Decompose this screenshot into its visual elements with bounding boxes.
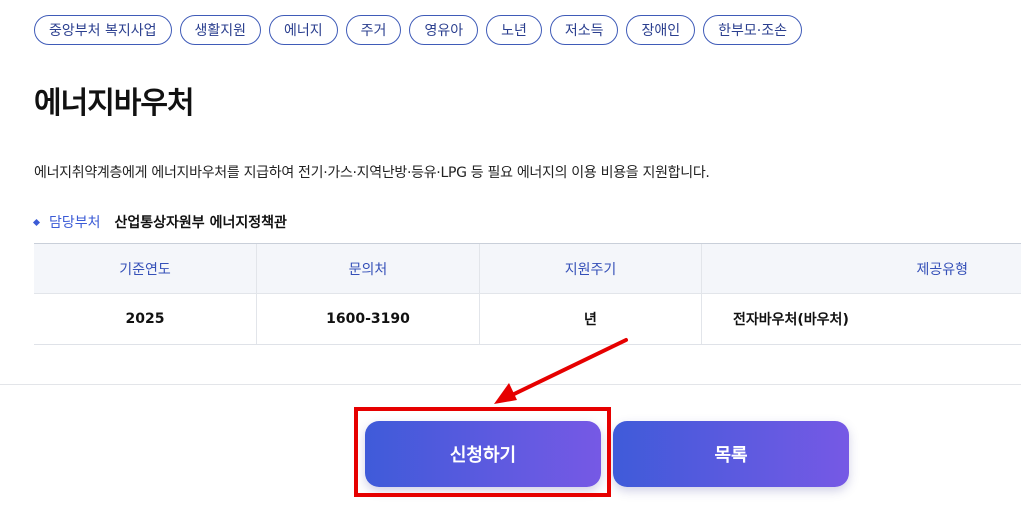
pointer-arrow-icon — [494, 338, 628, 404]
